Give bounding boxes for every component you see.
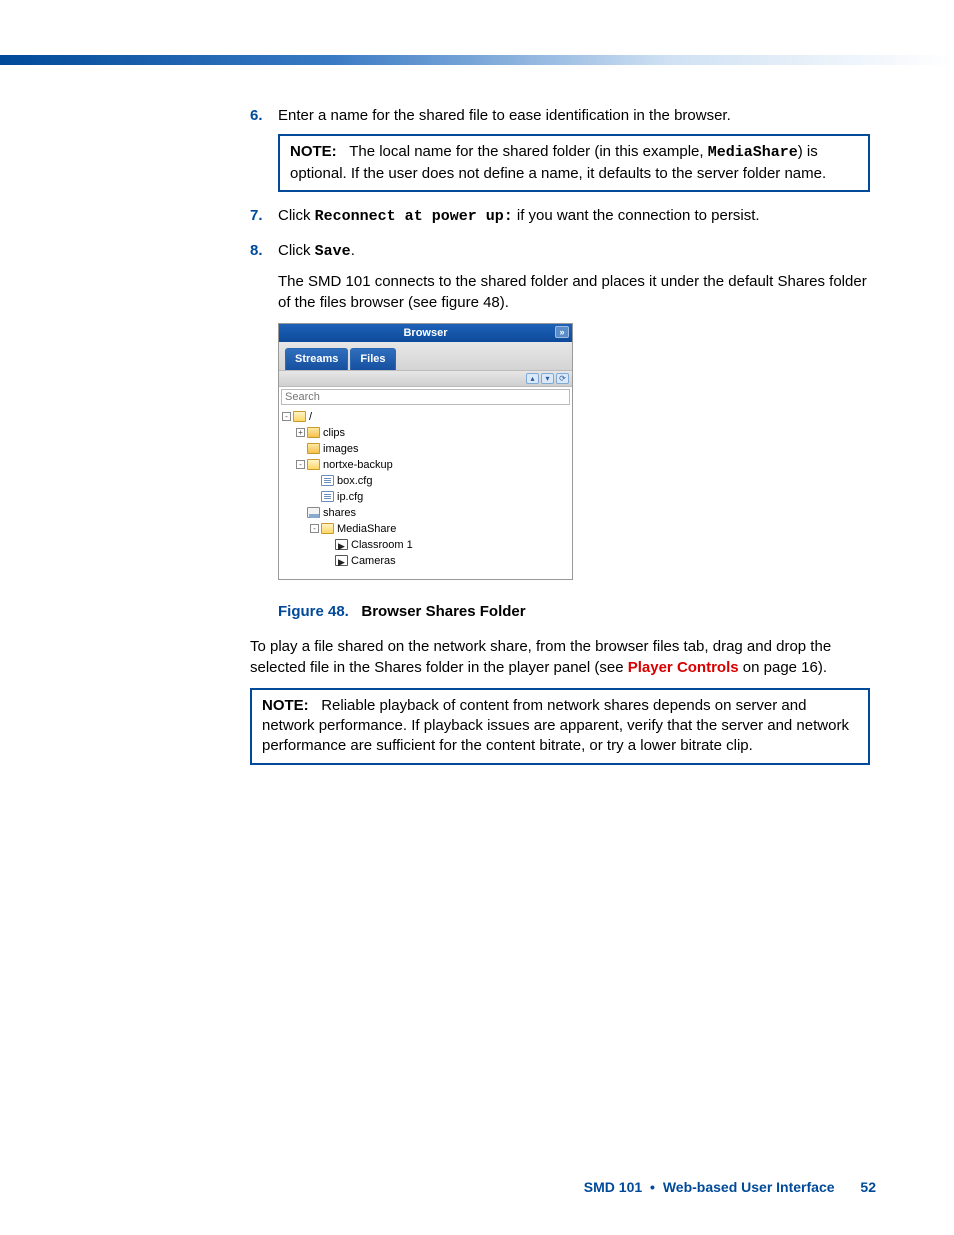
- header-gradient-bar: [0, 55, 954, 65]
- procedure-list: 6. Enter a name for the shared file to e…: [250, 106, 870, 622]
- folder-icon: [307, 443, 320, 454]
- collapse-all-icon[interactable]: ▴: [526, 373, 539, 384]
- step-number: 8.: [250, 241, 263, 261]
- folder-icon: [307, 427, 320, 438]
- shares-icon: [307, 507, 320, 518]
- note-text-pre: The local name for the shared folder (in…: [349, 143, 708, 160]
- browser-toolbar: ▴ ▾ ⟳: [279, 371, 572, 387]
- file-tree: -/ +clips images -nortxe-backup box.cfg …: [279, 407, 572, 579]
- step-text-pre: Click: [278, 242, 315, 259]
- tree-label: ip.cfg: [337, 489, 363, 505]
- tree-label: box.cfg: [337, 473, 372, 489]
- toggle-icon[interactable]: -: [296, 460, 305, 469]
- tab-streams[interactable]: Streams: [285, 348, 348, 370]
- para-post: on page 16).: [739, 659, 827, 676]
- step-number: 7.: [250, 206, 263, 226]
- tree-root[interactable]: -/: [282, 409, 569, 425]
- file-icon: [321, 491, 334, 502]
- tree-nortxe-backup[interactable]: - nortxe-backup: [282, 457, 569, 473]
- step-code: Reconnect at power up:: [315, 208, 513, 225]
- toggle-icon[interactable]: +: [296, 428, 305, 437]
- tree-label: Classroom 1: [351, 537, 413, 553]
- note-label: NOTE:: [262, 697, 309, 714]
- refresh-icon[interactable]: ⟳: [556, 373, 569, 384]
- step-8: 8. Click Save. The SMD 101 connects to t…: [250, 241, 870, 622]
- tree-images[interactable]: images: [282, 441, 569, 457]
- tree-clips[interactable]: + clips: [282, 425, 569, 441]
- note-code: MediaShare: [708, 144, 798, 161]
- tree-label: /: [309, 409, 312, 425]
- browser-title-label: Browser: [403, 327, 447, 339]
- tree-ip-cfg[interactable]: ip.cfg: [282, 489, 569, 505]
- toggle-icon[interactable]: -: [282, 412, 291, 421]
- tab-files[interactable]: Files: [350, 348, 395, 370]
- browser-tabbar: Streams Files: [279, 342, 572, 371]
- step-text-pre: Click: [278, 207, 315, 224]
- tree-label: clips: [323, 425, 345, 441]
- step-text-post: if you want the connection to persist.: [513, 207, 760, 224]
- folder-open-icon: [321, 523, 334, 534]
- collapse-icon[interactable]: »: [555, 326, 569, 338]
- footer-separator: •: [646, 1179, 659, 1195]
- step-text: Enter a name for the shared file to ease…: [278, 107, 731, 124]
- note-text: Reliable playback of content from networ…: [262, 697, 849, 755]
- search-input[interactable]: [281, 389, 570, 405]
- browser-titlebar: Browser »: [279, 324, 572, 342]
- footer-product: SMD 101: [584, 1179, 642, 1195]
- toggle-icon[interactable]: -: [310, 524, 319, 533]
- page-footer: SMD 101 • Web-based User Interface 52: [584, 1179, 876, 1195]
- browser-panel: Browser » Streams Files ▴ ▾ ⟳ -/ +clips …: [278, 323, 573, 580]
- page-content: 6. Enter a name for the shared file to e…: [250, 106, 870, 773]
- step-text-post: .: [351, 242, 355, 259]
- clip-icon: [335, 555, 348, 566]
- tree-label: shares: [323, 505, 356, 521]
- clip-icon: [335, 539, 348, 550]
- tree-label: MediaShare: [337, 521, 396, 537]
- note-label: NOTE:: [290, 143, 337, 160]
- file-icon: [321, 475, 334, 486]
- link-player-controls[interactable]: Player Controls: [628, 659, 739, 676]
- paragraph-after-figure: To play a file shared on the network sha…: [250, 636, 870, 678]
- step-8-followup: The SMD 101 connects to the shared folde…: [278, 272, 870, 313]
- step-number: 6.: [250, 106, 263, 126]
- tree-classroom-1[interactable]: Classroom 1: [282, 537, 569, 553]
- note-box-1: NOTE: The local name for the shared fold…: [278, 134, 870, 192]
- tree-label: Cameras: [351, 553, 396, 569]
- tree-shares[interactable]: shares: [282, 505, 569, 521]
- figure-caption: Figure 48. Browser Shares Folder: [278, 602, 870, 622]
- step-7: 7. Click Reconnect at power up: if you w…: [250, 206, 870, 227]
- tree-label: images: [323, 441, 358, 457]
- folder-open-icon: [293, 411, 306, 422]
- figure-number: Figure 48.: [278, 603, 349, 620]
- expand-all-icon[interactable]: ▾: [541, 373, 554, 384]
- tree-label: nortxe-backup: [323, 457, 393, 473]
- tree-cameras[interactable]: Cameras: [282, 553, 569, 569]
- step-code: Save: [315, 243, 351, 260]
- tree-box-cfg[interactable]: box.cfg: [282, 473, 569, 489]
- tree-mediashare[interactable]: - MediaShare: [282, 521, 569, 537]
- note-box-2: NOTE: Reliable playback of content from …: [250, 688, 870, 765]
- step-6: 6. Enter a name for the shared file to e…: [250, 106, 870, 192]
- folder-open-icon: [307, 459, 320, 470]
- figure-title: Browser Shares Folder: [361, 603, 525, 620]
- footer-page-number: 52: [860, 1179, 876, 1195]
- footer-section: Web-based User Interface: [663, 1179, 835, 1195]
